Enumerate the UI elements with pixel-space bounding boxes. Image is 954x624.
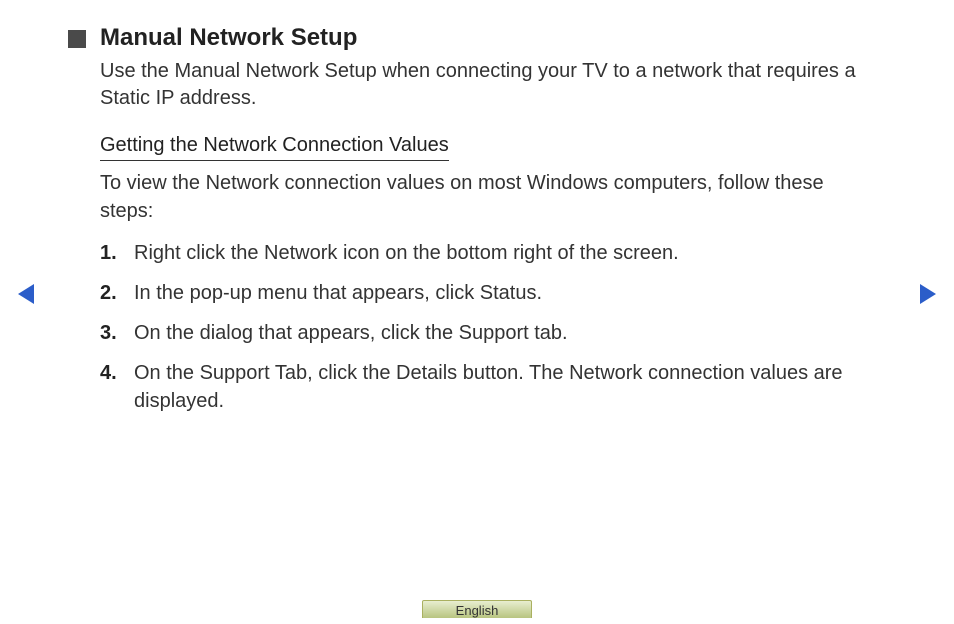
subintro-text: To view the Network connection values on… [100,169,864,225]
list-item: 1. Right click the Network icon on the b… [100,239,864,267]
list-item: 4. On the Support Tab, click the Details… [100,359,864,415]
step-text: In the pop-up menu that appears, click S… [134,279,864,307]
next-page-button[interactable] [918,282,938,306]
step-number: 2. [100,279,134,307]
step-number: 4. [100,359,134,387]
bullet-square-icon [68,30,86,48]
step-text: On the Support Tab, click the Details bu… [134,359,864,415]
language-indicator: English [422,600,532,618]
step-number: 1. [100,239,134,267]
previous-page-button[interactable] [16,282,36,306]
step-number: 3. [100,319,134,347]
steps-list: 1. Right click the Network icon on the b… [100,239,864,415]
step-text: On the dialog that appears, click the Su… [134,319,864,347]
arrow-left-icon [16,282,36,306]
arrow-right-icon [918,282,938,306]
title-row: Manual Network Setup [68,24,864,52]
list-item: 3. On the dialog that appears, click the… [100,319,864,347]
step-text: Right click the Network icon on the bott… [134,239,864,267]
list-item: 2. In the pop-up menu that appears, clic… [100,279,864,307]
subheading: Getting the Network Connection Values [100,134,449,161]
subheading-wrapper: Getting the Network Connection Values [100,134,864,161]
page-title: Manual Network Setup [100,24,357,52]
intro-text: Use the Manual Network Setup when connec… [100,58,864,112]
document-content: Manual Network Setup Use the Manual Netw… [0,0,954,415]
